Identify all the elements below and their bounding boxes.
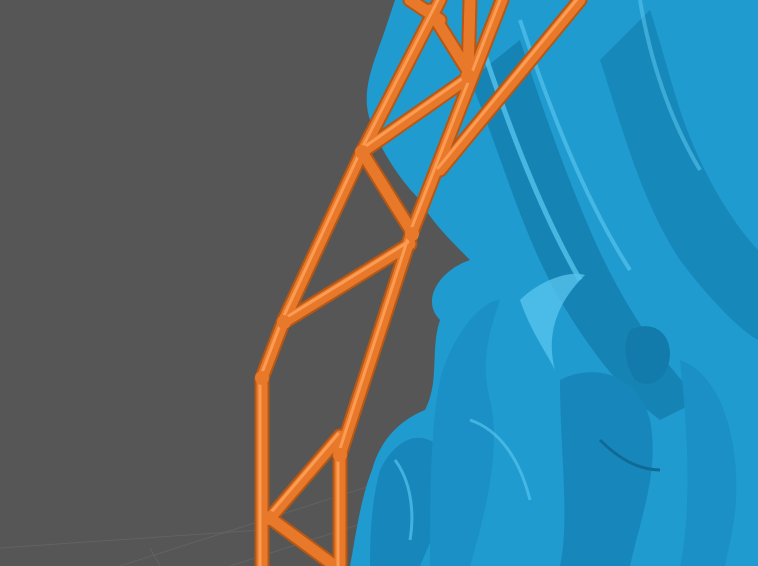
3d-viewport[interactable]	[0, 0, 758, 566]
